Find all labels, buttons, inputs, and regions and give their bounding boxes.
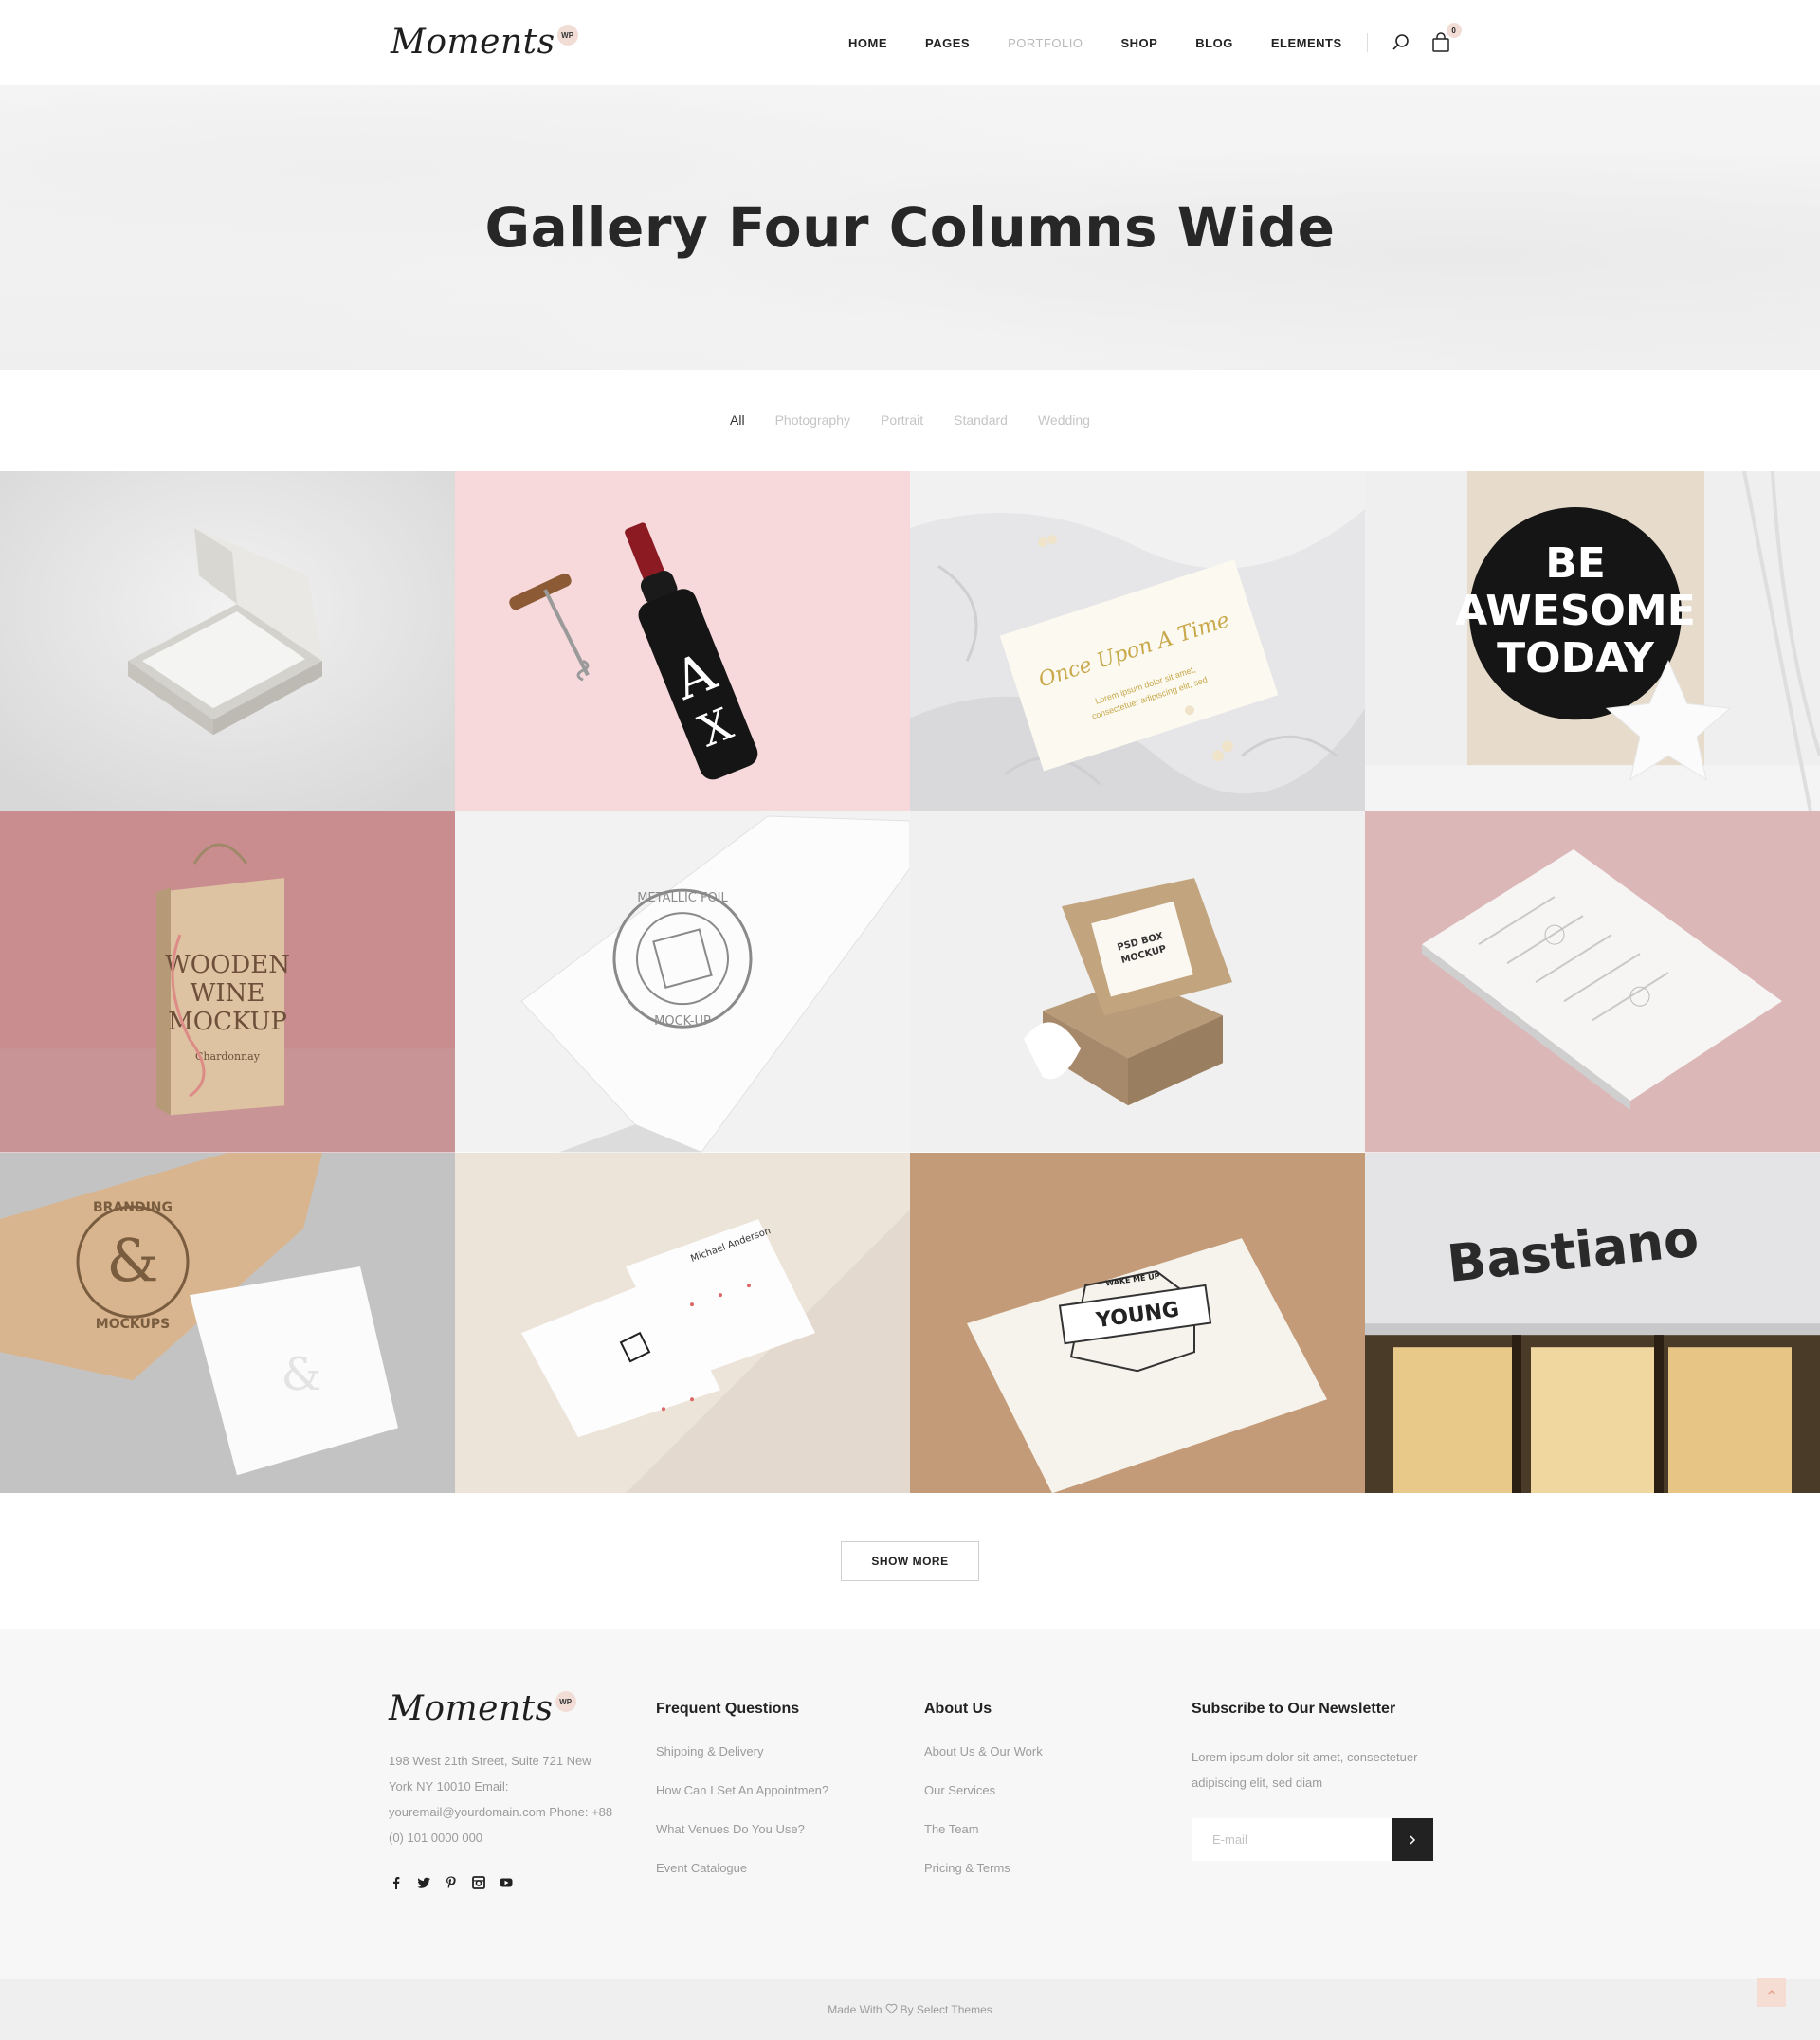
svg-text:WINE: WINE xyxy=(191,980,265,1009)
filter-all[interactable]: All xyxy=(730,412,745,428)
svg-text:&: & xyxy=(106,1226,158,1295)
scroll-to-top-button[interactable] xyxy=(1757,1978,1786,2007)
footer-address: 198 West 21th Street, Suite 721 New York… xyxy=(389,1754,613,1845)
show-more-button[interactable]: SHOW MORE xyxy=(841,1541,979,1581)
site-footer: Moments WP 198 West 21th Street, Suite 7… xyxy=(0,1629,1820,1979)
faq-links: Shipping & Delivery How Can I Set An App… xyxy=(656,1744,828,1900)
gallery-grid: A X Once Upon A Time Lorem ipsum dolor s… xyxy=(0,471,1820,1493)
kraft-box-image[interactable]: PSD BOX MOCKUP xyxy=(910,811,1365,1153)
footer-logo-badge: WP xyxy=(555,1691,576,1712)
cart-count-badge: 0 xyxy=(1446,23,1462,38)
filter-standard[interactable]: Standard xyxy=(954,412,1008,428)
business-card-box-image[interactable] xyxy=(0,471,455,812)
credits-text[interactable]: By Select Themes xyxy=(901,2003,992,2016)
about-link-pricing[interactable]: Pricing & Terms xyxy=(924,1861,1043,1900)
svg-text:MOCKUPS: MOCKUPS xyxy=(96,1317,170,1332)
nav-item-portfolio[interactable]: PORTFOLIO xyxy=(1008,36,1083,50)
filter-photography[interactable]: Photography xyxy=(775,412,850,428)
footer-logo-text: Moments xyxy=(389,1689,554,1728)
newsletter-email-input[interactable] xyxy=(1192,1818,1392,1861)
chevron-right-icon xyxy=(1410,1834,1416,1845)
nav-divider xyxy=(1366,33,1368,52)
faq-link-appointment[interactable]: How Can I Set An Appointmen? xyxy=(656,1783,828,1822)
page-title: Gallery Four Columns Wide xyxy=(484,195,1336,260)
cart-icon[interactable]: 0 xyxy=(1429,23,1462,54)
logo-badge: WP xyxy=(556,25,578,46)
storefront-image[interactable]: Bastiano xyxy=(1365,1152,1820,1493)
site-logo[interactable]: Moments WP xyxy=(391,21,578,64)
about-heading: About Us xyxy=(924,1701,992,1717)
nav-item-blog[interactable]: BLOG xyxy=(1195,36,1233,50)
twitter-icon[interactable] xyxy=(416,1875,431,1890)
svg-text:AWESOME: AWESOME xyxy=(1455,587,1696,635)
made-with-text: Made With xyxy=(828,2003,883,2016)
footer-bottom-bar: Made With By Select Themes xyxy=(0,1979,1820,2040)
filter-wedding[interactable]: Wedding xyxy=(1038,412,1090,428)
nav-item-elements[interactable]: ELEMENTS xyxy=(1271,36,1342,50)
nav-item-pages[interactable]: PAGES xyxy=(925,36,970,50)
faq-link-venues[interactable]: What Venues Do You Use? xyxy=(656,1822,828,1861)
gallery-filters: All Photography Portrait Standard Weddin… xyxy=(0,406,1820,434)
faq-link-catalogue[interactable]: Event Catalogue xyxy=(656,1861,828,1900)
branding-mockups-image[interactable]: & BRANDING MOCKUPS & xyxy=(0,1152,455,1493)
subscribe-button[interactable] xyxy=(1392,1818,1433,1861)
footer-logo[interactable]: Moments WP xyxy=(389,1687,576,1731)
svg-text:BE: BE xyxy=(1545,539,1606,588)
facebook-icon[interactable] xyxy=(389,1875,404,1890)
social-links xyxy=(389,1875,526,1890)
metallic-foil-image[interactable]: METALLIC FOIL MOCK-UP xyxy=(455,811,910,1153)
search-icon[interactable] xyxy=(1390,31,1412,54)
pinterest-icon[interactable] xyxy=(444,1875,459,1890)
newsletter-heading: Subscribe to Our Newsletter xyxy=(1192,1701,1396,1717)
wooden-wine-box-image[interactable]: WOODEN WINE MOCKUP Chardonnay xyxy=(0,811,455,1153)
nav-item-shop[interactable]: SHOP xyxy=(1120,36,1157,50)
svg-text:TODAY: TODAY xyxy=(1497,634,1655,683)
about-link-services[interactable]: Our Services xyxy=(924,1783,1043,1822)
svg-text:&: & xyxy=(282,1348,322,1401)
youtube-icon[interactable] xyxy=(499,1875,514,1890)
nav-item-home[interactable]: HOME xyxy=(848,36,887,50)
faq-heading: Frequent Questions xyxy=(656,1701,800,1717)
about-link-team[interactable]: The Team xyxy=(924,1822,1043,1861)
filter-portrait[interactable]: Portrait xyxy=(881,412,923,428)
business-cards-image[interactable]: Michael Anderson xyxy=(455,1152,910,1493)
page-hero: Gallery Four Columns Wide xyxy=(0,85,1820,370)
instagram-icon[interactable] xyxy=(471,1875,486,1890)
svg-text:MOCK-UP: MOCK-UP xyxy=(654,1015,711,1029)
wedding-card-image[interactable]: Once Upon A Time Lorem ipsum dolor sit a… xyxy=(910,471,1365,812)
newsletter-text: Lorem ipsum dolor sit amet, consectetuer… xyxy=(1192,1750,1418,1790)
site-header: Moments WP HOME PAGES PORTFOLIO SHOP BLO… xyxy=(0,0,1820,85)
heart-icon xyxy=(885,2003,898,2017)
letterhead-image[interactable] xyxy=(1365,811,1820,1153)
faq-link-shipping[interactable]: Shipping & Delivery xyxy=(656,1744,828,1783)
wine-bottle-image[interactable]: A X xyxy=(455,471,910,812)
young-card-image[interactable]: YOUNG WAKE ME UP xyxy=(910,1152,1365,1493)
svg-text:Chardonnay: Chardonnay xyxy=(195,1051,261,1064)
about-links: About Us & Our Work Our Services The Tea… xyxy=(924,1744,1043,1900)
poster-image[interactable]: BE AWESOME TODAY xyxy=(1365,471,1820,812)
svg-text:METALLIC FOIL: METALLIC FOIL xyxy=(637,891,728,905)
svg-text:BRANDING: BRANDING xyxy=(93,1200,173,1215)
logo-text: Moments xyxy=(391,23,555,62)
chevron-up-icon xyxy=(1767,1989,1776,1995)
svg-text:WOODEN: WOODEN xyxy=(165,951,290,979)
main-nav: HOME PAGES PORTFOLIO SHOP BLOG ELEMENTS … xyxy=(829,23,1462,54)
about-link-work[interactable]: About Us & Our Work xyxy=(924,1744,1043,1783)
